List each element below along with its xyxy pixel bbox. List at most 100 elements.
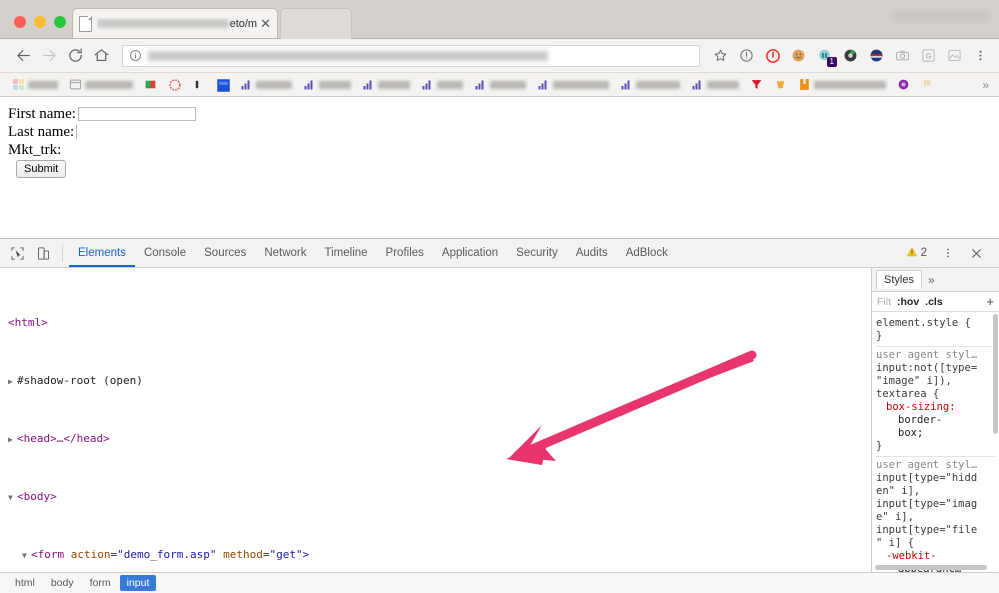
cls-toggle[interactable]: .cls <box>925 296 943 308</box>
dom-line-head[interactable]: ▶ <head>…</head> <box>0 432 871 447</box>
bookmark-key[interactable] <box>188 76 209 94</box>
dom-tree-pane[interactable]: <html> ▶ #shadow-root (open) ▶ <head>…</he… <box>0 268 872 572</box>
submit-button[interactable]: Submit <box>16 160 67 178</box>
bookmark-red-funnel[interactable] <box>746 76 767 94</box>
rule-selector-line-3: input[type="imag <box>876 498 978 510</box>
maximize-window-button[interactable] <box>54 16 66 28</box>
forward-arrow-icon[interactable] <box>36 43 62 69</box>
google-g-icon[interactable]: G <box>920 47 937 64</box>
bar-chart-icon <box>362 78 375 91</box>
style-rule-element-style[interactable]: element.style { } <box>876 315 995 347</box>
inspect-element-icon[interactable] <box>6 243 28 263</box>
bookmark-colored-square[interactable] <box>140 76 161 94</box>
bar-chart-icon <box>421 78 434 91</box>
close-icon[interactable] <box>965 243 987 263</box>
style-rule-input-hidden-image-file[interactable]: user agent styl… input[type="hidd en" i]… <box>876 457 995 572</box>
star-icon[interactable] <box>712 47 729 64</box>
home-icon[interactable] <box>88 43 114 69</box>
tab-timeline[interactable]: Timeline <box>316 239 377 267</box>
first-name-input[interactable] <box>77 107 196 121</box>
close-window-button[interactable] <box>14 16 26 28</box>
reload-icon[interactable] <box>62 43 88 69</box>
styles-vertical-scrollbar[interactable] <box>993 314 998 434</box>
hov-toggle[interactable]: :hov <box>897 296 919 308</box>
dom-line-html-open[interactable]: <html> <box>0 316 871 331</box>
dom-line-body[interactable]: ▼ <body> <box>0 490 871 505</box>
tab-audits[interactable]: Audits <box>567 239 617 267</box>
tab-application[interactable]: Application <box>433 239 507 267</box>
browser-tab[interactable]: eto/m ✕ <box>72 8 278 38</box>
breadcrumb-body[interactable]: body <box>44 575 81 591</box>
tab-title-text: eto/m <box>229 17 258 30</box>
bookmark-red-gear[interactable] <box>164 76 185 94</box>
tab-security[interactable]: Security <box>507 239 567 267</box>
bookmark-blogs[interactable] <box>687 76 743 94</box>
bookmark-amazonsmile[interactable] <box>794 76 890 94</box>
kebab-menu-icon[interactable] <box>972 47 989 64</box>
bookmark-orange-shape[interactable] <box>770 76 791 94</box>
dom-line-shadow-root[interactable]: ▶ #shadow-root (open) <box>0 374 871 389</box>
blue-seal-extension-icon[interactable] <box>868 47 885 64</box>
adblock-shield-icon[interactable] <box>764 47 781 64</box>
bookmark-marketo[interactable] <box>65 76 137 94</box>
bookmark-apps[interactable] <box>8 76 62 94</box>
breadcrumb-html[interactable]: html <box>8 575 42 591</box>
extension-with-badge-icon[interactable]: 1 <box>816 47 837 67</box>
styles-overflow-icon[interactable]: » <box>928 273 935 287</box>
camera-icon[interactable] <box>894 47 911 64</box>
bookmark-login[interactable] <box>299 76 355 94</box>
bookmark-purple-circle[interactable] <box>893 76 914 94</box>
bookmark-sha[interactable] <box>417 76 467 94</box>
breadcrumb-form[interactable]: form <box>83 575 118 591</box>
image-extension-icon[interactable] <box>946 47 963 64</box>
expand-triangle-icon[interactable]: ▶ <box>8 433 17 448</box>
expand-triangle-icon[interactable]: ▶ <box>8 375 17 390</box>
tab-elements[interactable]: Elements <box>69 239 135 267</box>
new-tab-button[interactable] <box>280 8 352 39</box>
collapse-triangle-icon[interactable]: ▼ <box>22 549 31 564</box>
info-circle-icon[interactable] <box>738 47 755 64</box>
submit-row: Submit <box>8 159 991 178</box>
tab-profiles[interactable]: Profiles <box>377 239 433 267</box>
tab-adblock[interactable]: AdBlock <box>617 239 677 267</box>
rule-property-webkit-appearance[interactable]: -webkit- <box>876 550 995 563</box>
tab-sources[interactable]: Sources <box>195 239 255 267</box>
device-toolbar-icon[interactable] <box>32 243 54 263</box>
styles-horizontal-scrollbar[interactable] <box>875 565 987 570</box>
bookmark-ideas[interactable] <box>358 76 414 94</box>
form-method-attr: method <box>223 548 263 562</box>
close-tab-icon[interactable]: ✕ <box>260 17 271 30</box>
emoji-extension-icon[interactable] <box>790 47 807 64</box>
tab-styles[interactable]: Styles <box>876 270 922 289</box>
back-arrow-icon[interactable] <box>10 43 36 69</box>
rule-value-line-1[interactable]: border- <box>876 414 995 427</box>
bookmark-videos[interactable] <box>470 76 530 94</box>
redacted-tab-url <box>97 19 229 28</box>
bookmark-label <box>319 80 351 89</box>
breadcrumb-input[interactable]: input <box>119 575 157 591</box>
styles-rules-list[interactable]: element.style { } user agent styl… input… <box>872 312 999 572</box>
bookmark-faded-flag[interactable] <box>917 76 938 94</box>
warning-indicator[interactable]: 2 <box>906 246 927 261</box>
style-rule-input-not-image[interactable]: user agent styl… input:not([type= "image… <box>876 347 995 457</box>
bookmark-blue-square[interactable] <box>212 76 233 94</box>
bookmark-label <box>490 80 526 89</box>
tab-network[interactable]: Network <box>255 239 315 267</box>
rule-property-box-sizing[interactable]: box-sizing: <box>876 401 995 414</box>
add-style-rule-button[interactable]: + <box>986 294 994 309</box>
bookmark-threads[interactable] <box>616 76 684 94</box>
rule-value-line-2[interactable]: box; <box>876 427 995 440</box>
site-info-icon[interactable] <box>129 49 142 62</box>
bookmark-qrcal[interactable] <box>236 76 296 94</box>
collapse-triangle-icon[interactable]: ▼ <box>8 491 17 506</box>
kebab-menu-icon[interactable] <box>937 243 959 263</box>
bookmark-whisperer[interactable] <box>533 76 613 94</box>
address-bar[interactable] <box>122 44 700 67</box>
last-name-input[interactable] <box>76 125 78 139</box>
styles-filter-input[interactable]: Filt <box>877 296 891 308</box>
dom-line-form[interactable]: ▼ <form action="demo_form.asp" method="ge… <box>0 548 871 563</box>
tab-console[interactable]: Console <box>135 239 195 267</box>
green-extension-icon[interactable] <box>842 47 859 64</box>
minimize-window-button[interactable] <box>34 16 46 28</box>
bookmarks-overflow-icon[interactable]: » <box>982 78 991 92</box>
